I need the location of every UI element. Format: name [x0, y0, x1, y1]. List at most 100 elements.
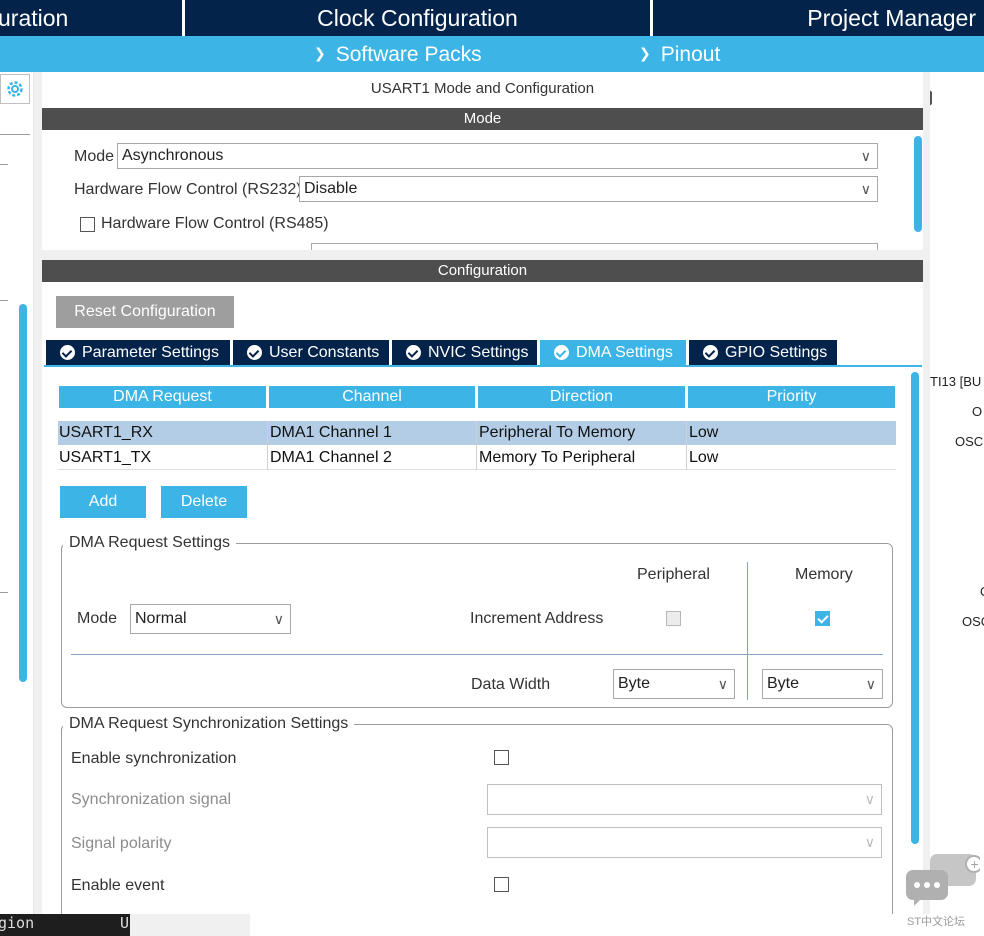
memory-data-width-select[interactable]: Byte ∨ — [762, 669, 883, 699]
splitter[interactable] — [42, 250, 923, 260]
column-header-dma-request[interactable]: DMA Request — [59, 386, 266, 408]
tab-label: User Constants — [269, 344, 380, 361]
dma-mode-select[interactable]: Normal ∨ — [130, 604, 291, 634]
memory-data-width-value: Byte — [767, 675, 800, 692]
mode-header: Mode — [42, 108, 923, 130]
bottom-panel-tab — [130, 914, 250, 936]
check-circle-icon — [406, 345, 421, 360]
sidebar-divider — [0, 134, 30, 135]
sync-signal-select[interactable]: ∨ — [487, 784, 882, 815]
enable-event-checkbox[interactable] — [494, 877, 509, 892]
hidden-select-partial[interactable] — [311, 243, 878, 250]
column-divider — [686, 421, 687, 470]
software-packs-label: Software Packs — [335, 43, 482, 66]
column-divider — [267, 421, 268, 470]
cell-priority: Low — [689, 424, 719, 441]
sidebar-tick — [0, 300, 8, 301]
check-circle-icon — [60, 345, 75, 360]
cell-priority: Low — [689, 449, 719, 466]
enable-event-label: Enable event — [71, 877, 165, 894]
right-pinout-view — [930, 72, 984, 914]
peripheral-data-width-select[interactable]: Byte ∨ — [613, 669, 735, 699]
memory-increment-checkbox[interactable] — [815, 611, 830, 626]
signal-polarity-select[interactable]: ∨ — [487, 827, 882, 858]
pin-label: O — [972, 404, 983, 419]
cell-channel: DMA1 Channel 1 — [270, 424, 392, 441]
sidebar-scrollbar[interactable] — [19, 304, 27, 682]
hw-flow-select-value: Disable — [304, 180, 358, 197]
dma-mode-select-value: Normal — [135, 610, 187, 627]
panel-title: USART1 Mode and Configuration — [370, 80, 595, 97]
top-tab-bar: uration Clock Configuration Project Mana… — [0, 0, 984, 36]
increment-address-label: Increment Address — [470, 610, 604, 627]
pin-label: O — [980, 584, 984, 599]
column-header-priority[interactable]: Priority — [688, 386, 895, 408]
signal-polarity-label: Signal polarity — [71, 835, 172, 852]
tab-dma-settings[interactable]: DMA Settings — [540, 340, 686, 365]
table-row[interactable]: USART1_TX DMA1 Channel 2 Memory To Perip… — [58, 446, 896, 470]
chevron-down-icon: ❯ — [639, 45, 651, 61]
dma-request-settings-title: DMA Request Settings — [63, 534, 236, 552]
tab-project-manager[interactable]: Project Manager — [653, 0, 984, 36]
chevron-down-icon: ∨ — [273, 611, 284, 627]
rs485-checkbox[interactable] — [80, 217, 95, 232]
reset-configuration-button[interactable]: Reset Configuration — [56, 296, 234, 328]
chevron-down-icon: ∨ — [864, 834, 875, 850]
enable-sync-label: Enable synchronization — [71, 750, 237, 767]
chevron-down-icon: ∨ — [860, 148, 871, 164]
console-output: gion U — [0, 914, 130, 936]
tab-clock-configuration[interactable]: Clock Configuration — [185, 0, 650, 36]
pin-label: OSC — [955, 434, 984, 449]
column-header-channel[interactable]: Channel — [269, 386, 475, 408]
dma-mode-label: Mode — [77, 610, 118, 627]
mode-select[interactable]: Asynchronous ∨ — [117, 143, 878, 169]
chevron-down-icon: ∨ — [864, 791, 875, 807]
cell-direction: Peripheral To Memory — [479, 424, 636, 441]
sub-menu-bar: ❯ Software Packs ❯ Pinout — [0, 36, 984, 72]
software-packs-menu[interactable]: ❯ Software Packs — [314, 36, 482, 75]
left-sidebar — [0, 72, 34, 914]
cell-request: USART1_TX — [59, 449, 152, 466]
delete-button[interactable]: Delete — [161, 486, 247, 518]
hw-flow-select[interactable]: Disable ∨ — [299, 176, 878, 202]
mode-label: Mode — [74, 148, 115, 165]
forum-watermark-icon: + — [904, 852, 983, 908]
configuration-scrollbar[interactable] — [911, 372, 919, 844]
tab-nvic-settings[interactable]: NVIC Settings — [392, 340, 537, 365]
mode-scrollbar[interactable] — [914, 136, 922, 232]
tab-underline — [44, 365, 922, 367]
column-header-direction[interactable]: Direction — [478, 386, 685, 408]
watermark-text: ST中文论坛 — [907, 916, 966, 928]
chevron-down-icon: ∨ — [860, 181, 871, 197]
pinout-menu[interactable]: ❯ Pinout — [639, 36, 720, 75]
memory-column-label: Memory — [795, 566, 853, 583]
cell-direction: Memory To Peripheral — [479, 449, 636, 466]
tab-label: DMA Settings — [576, 344, 673, 361]
pinout-label: Pinout — [660, 43, 721, 66]
enable-sync-checkbox[interactable] — [494, 750, 509, 765]
tab-parameter-settings[interactable]: Parameter Settings — [46, 340, 230, 365]
tab-project-manager-label: Project Manager — [807, 5, 976, 31]
tab-pinout-configuration[interactable]: uration — [0, 0, 182, 36]
check-circle-icon — [703, 345, 718, 360]
tab-gpio-settings[interactable]: GPIO Settings — [689, 340, 837, 365]
pin-label: TI13 [BU — [930, 374, 982, 389]
column-divider — [747, 562, 748, 700]
chevron-down-icon: ∨ — [865, 676, 876, 692]
peripheral-increment-checkbox[interactable] — [666, 611, 681, 626]
pin-label: OSC — [962, 614, 984, 629]
tab-clock-configuration-label: Clock Configuration — [317, 5, 518, 31]
peripheral-data-width-value: Byte — [618, 675, 651, 692]
table-row[interactable]: USART1_RX DMA1 Channel 1 Peripheral To M… — [58, 421, 896, 445]
configuration-header: Configuration — [42, 260, 923, 282]
cell-request: USART1_RX — [59, 424, 153, 441]
add-button[interactable]: Add — [60, 486, 146, 518]
tab-user-constants[interactable]: User Constants — [233, 340, 389, 365]
chevron-down-icon: ∨ — [717, 676, 728, 692]
cell-channel: DMA1 Channel 2 — [270, 449, 392, 466]
gear-icon[interactable] — [0, 74, 30, 104]
peripheral-column-label: Peripheral — [637, 566, 710, 583]
tab-pinout-configuration-label: uration — [0, 5, 69, 31]
tab-label: Parameter Settings — [82, 344, 219, 361]
sidebar-tick — [0, 592, 8, 593]
